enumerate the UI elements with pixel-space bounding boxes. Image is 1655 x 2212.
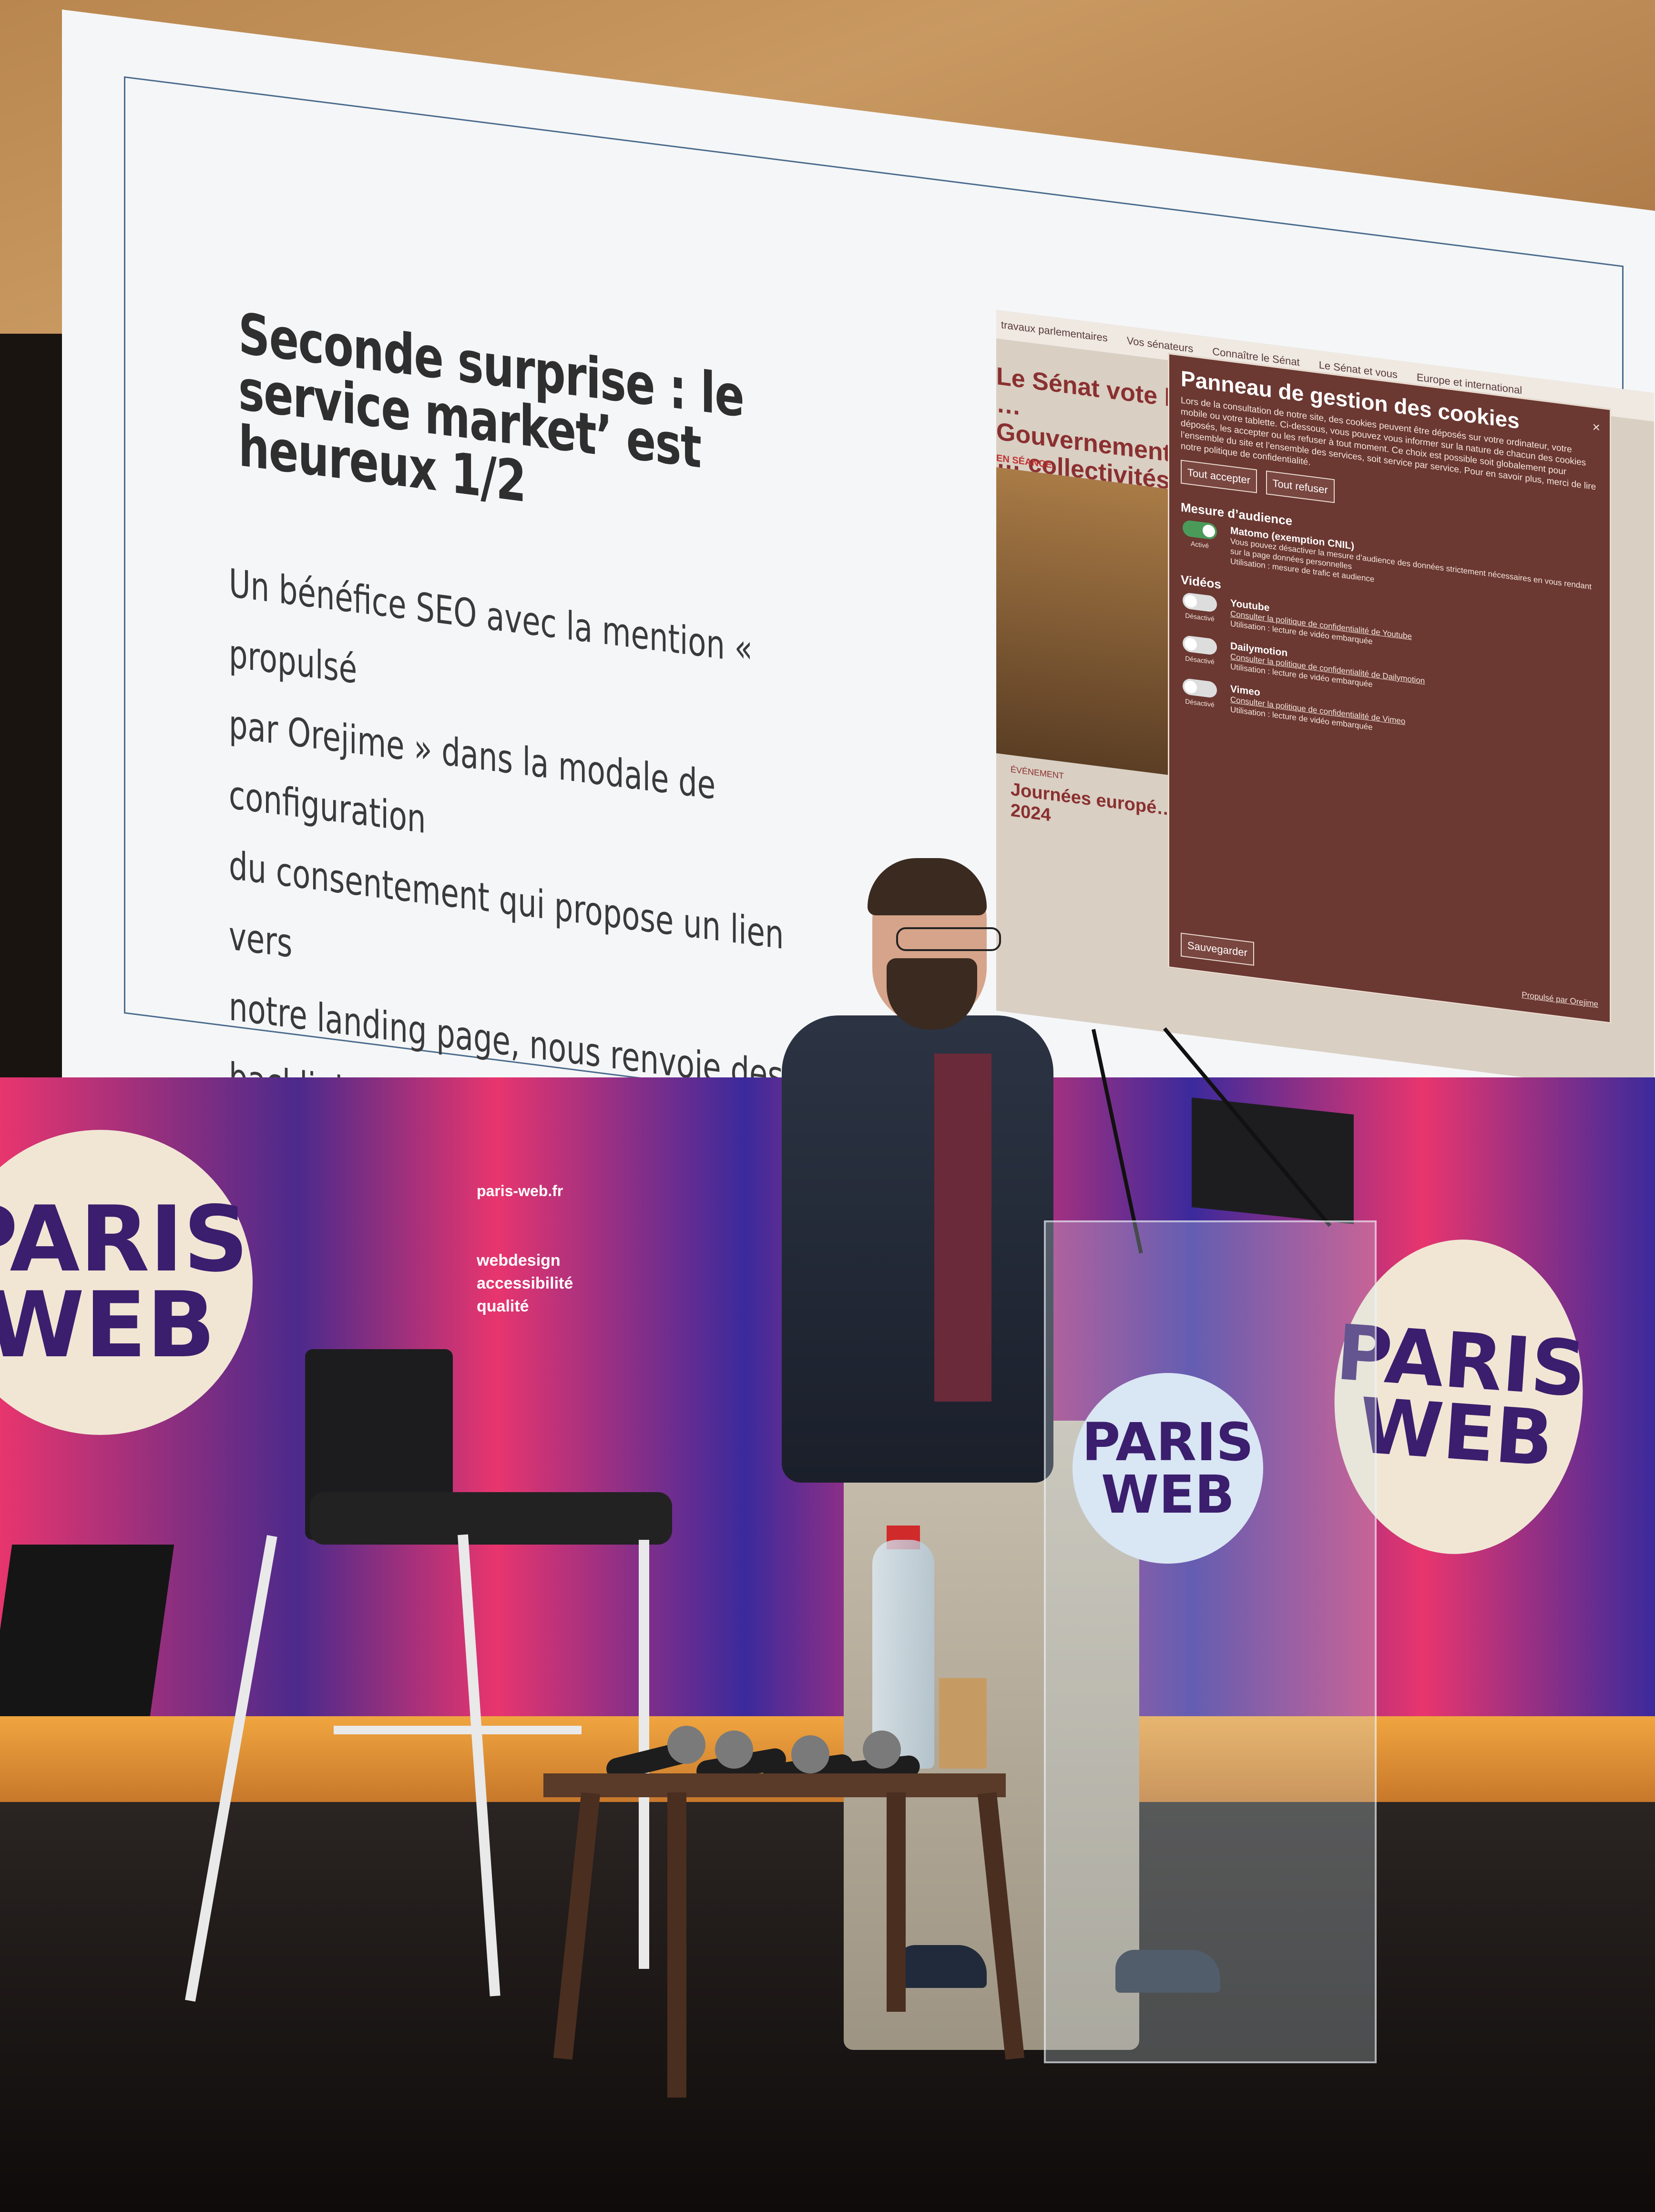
site-event-title[interactable]: Journées europé… 2024 [1011,779,1182,842]
speaker-jacket [782,1015,1053,1483]
site-photo [996,467,1187,778]
stool-leg [887,1792,906,2012]
cookie-modal: × Panneau de gestion des cookies Lors de… [1168,353,1611,1024]
stool-top [543,1773,1006,1797]
paris-web-logo: PARIS WEB [1073,1373,1263,1564]
speaker-shirt [934,1054,991,1402]
cup [939,1678,987,1769]
powered-by-link[interactable]: Propulsé par Orejime [1522,990,1598,1009]
banner-tagline: webdesign accessibilité qualité [477,1251,573,1315]
chair-footrest [334,1726,582,1734]
glasses [896,927,1001,951]
microphone-head [791,1735,829,1773]
toggle-dailymotion[interactable] [1183,635,1217,656]
lectern [1044,1220,1377,2063]
shoe [896,1945,987,1988]
close-icon[interactable]: × [1593,420,1600,436]
site-event-label: ÉVÉNEMENT [1011,764,1064,781]
site-nav-item[interactable]: travaux parlementaires [1001,318,1108,344]
toggle-matomo[interactable] [1183,519,1217,541]
stage-floor [0,1802,1655,2212]
toggle-youtube[interactable] [1183,592,1217,613]
toggle-state: Désactivé [1185,697,1215,709]
stage-monitor-speaker [0,1545,174,1716]
chair-seat [310,1492,672,1545]
site-nav-item[interactable]: Vos sénateurs [1127,335,1193,356]
toggle-state: Activé [1190,540,1209,550]
microphone-head [715,1731,753,1769]
stool-leg [667,1792,686,2098]
accept-all-button[interactable]: Tout accepter [1181,460,1257,493]
save-button[interactable]: Sauvegarder [1181,932,1254,966]
toggle-state: Désactivé [1185,654,1215,666]
toggle-vimeo[interactable] [1183,677,1217,699]
microphone-head [667,1726,705,1764]
refuse-all-button[interactable]: Tout refuser [1266,470,1335,503]
toggle-state: Désactivé [1185,611,1215,623]
microphone-head [863,1731,901,1769]
banner-url: paris-web.fr [477,1182,563,1199]
